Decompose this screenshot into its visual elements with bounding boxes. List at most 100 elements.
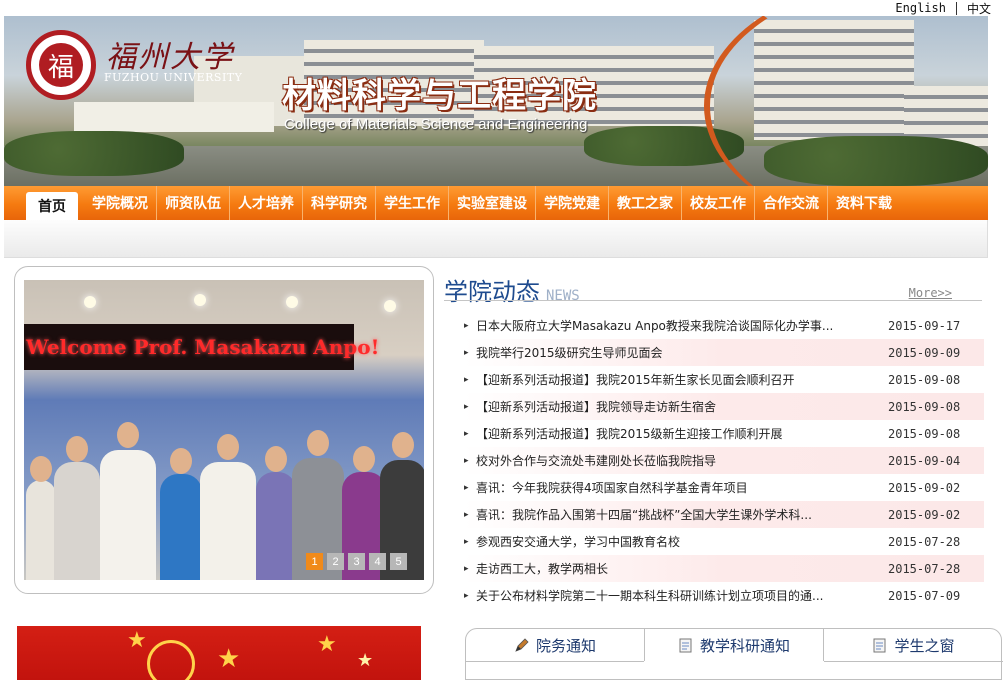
news-item-title[interactable]: 【迎新系列活动报道】我院领导走访新生宿舍: [476, 398, 888, 415]
tab-label: 教学科研通知: [699, 636, 790, 655]
bullet-icon: ▸: [464, 536, 469, 547]
person: [200, 434, 256, 580]
university-logo[interactable]: 福: [26, 30, 96, 100]
header-banner: 福 福州大学 FUZHOU UNIVERSITY 材料科学与工程学院 Colle…: [4, 16, 988, 186]
english-link[interactable]: English: [895, 1, 946, 15]
logo-character: 福: [39, 43, 83, 87]
college-name-en: College of Materials Science and Enginee…: [284, 116, 588, 133]
slide-caption: Welcome Prof. Masakazu Anpo!: [26, 335, 380, 359]
slide-dot-4[interactable]: 4: [369, 553, 386, 570]
news-section: 学院动态 NEWS More>> ▸ 日本大阪府立大学Masakazu Anpo教…: [444, 272, 984, 603]
nav-item-staff-home[interactable]: 教工之家: [609, 186, 682, 220]
news-item[interactable]: ▸ 【迎新系列活动报道】我院2015年新生家长见面会顺利召开 2015-09-08: [464, 366, 984, 393]
language-switcher: English 中文: [895, 0, 991, 16]
news-item-title[interactable]: 我院举行2015级研究生导师见面会: [476, 344, 888, 361]
document-icon: [872, 637, 888, 653]
tab-teaching-research-notices[interactable]: 教学科研通知: [644, 629, 824, 661]
star-icon: ★: [127, 628, 147, 653]
news-title: 学院动态: [444, 278, 540, 306]
person: [26, 456, 56, 580]
news-item-title[interactable]: 日本大阪府立大学Masakazu Anpo教授来我院洽谈国际化办学事...: [476, 317, 888, 334]
document-icon: [678, 637, 694, 653]
star-icon: ★: [357, 650, 374, 671]
news-item[interactable]: ▸ 【迎新系列活动报道】我院2015级新生迎接工作顺利开展 2015-09-08: [464, 420, 984, 447]
tab-admin-notices[interactable]: 院务通知: [466, 629, 644, 661]
divider: [466, 661, 644, 662]
nav-item-overview[interactable]: 学院概况: [84, 186, 157, 220]
slide-dot-1[interactable]: 1: [306, 553, 323, 570]
nav-item-cooperation[interactable]: 合作交流: [755, 186, 828, 220]
slide-dot-2[interactable]: 2: [327, 553, 344, 570]
campus-building: [74, 102, 274, 132]
news-item-title[interactable]: 【迎新系列活动报道】我院2015级新生迎接工作顺利开展: [476, 425, 888, 442]
star-icon: ★: [317, 632, 337, 657]
tab-student-window[interactable]: 学生之窗: [824, 629, 1003, 661]
divider: [824, 661, 1003, 662]
star-icon: ★: [217, 644, 241, 674]
news-item-title[interactable]: 校对外合作与交流处韦建刚处长莅临我院指导: [476, 452, 888, 469]
nav-item-alumni[interactable]: 校友工作: [682, 186, 755, 220]
news-item-title[interactable]: 走访西工大，教学两相长: [476, 560, 888, 577]
news-item[interactable]: ▸ 我院举行2015级研究生导师见面会 2015-09-09: [464, 339, 984, 366]
notice-tabs: 院务通知 教学科研通知 学生之窗: [465, 628, 1003, 680]
nav-item-research[interactable]: 科学研究: [303, 186, 376, 220]
nav-item-home[interactable]: 首页: [26, 192, 78, 220]
news-item-date: 2015-09-04: [888, 453, 961, 468]
chinese-link[interactable]: 中文: [967, 0, 991, 17]
news-item-date: 2015-09-08: [888, 372, 961, 387]
university-name-en: FUZHOU UNIVERSITY: [104, 71, 243, 84]
tab-label: 学生之窗: [894, 636, 955, 655]
person: [256, 446, 296, 580]
person: [100, 422, 156, 580]
bullet-icon: ▸: [464, 482, 469, 493]
news-item[interactable]: ▸ 参观西安交通大学，学习中国教育名校 2015-07-28: [464, 528, 984, 555]
emblem-icon: [147, 640, 195, 680]
slide-dot-3[interactable]: 3: [348, 553, 365, 570]
news-item-title[interactable]: 喜讯：今年我院获得4项国家自然科学基金青年项目: [476, 479, 888, 496]
news-item-title[interactable]: 关于公布材料学院第二十一期本科生科研训练计划立项项目的通...: [476, 587, 888, 604]
news-item[interactable]: ▸ 喜讯：今年我院获得4项国家自然科学基金青年项目 2015-09-02: [464, 474, 984, 501]
university-name-cn: 福州大学: [106, 40, 234, 75]
news-item[interactable]: ▸ 【迎新系列活动报道】我院领导走访新生宿舍 2015-09-08: [464, 393, 984, 420]
photo-slideshow: Welcome Prof. Masakazu Anpo! 1 2 3 4 5: [14, 266, 434, 594]
news-item[interactable]: ▸ 走访西工大，教学两相长 2015-07-28: [464, 555, 984, 582]
news-item[interactable]: ▸ 喜讯：我院作品入围第十四届“挑战杯”全国大学生课外学术科... 2015-09-…: [464, 501, 984, 528]
ceiling-light: [286, 296, 298, 308]
nav-item-education[interactable]: 人才培养: [230, 186, 303, 220]
news-item[interactable]: ▸ 日本大阪府立大学Masakazu Anpo教授来我院洽谈国际化办学事... 20…: [464, 312, 984, 339]
news-item-date: 2015-09-08: [888, 399, 961, 414]
tab-label: 院务通知: [535, 636, 596, 655]
sub-nav-bar: [4, 220, 988, 258]
slide-dot-5[interactable]: 5: [390, 553, 407, 570]
nav-item-party[interactable]: 学院党建: [536, 186, 609, 220]
person: [160, 448, 202, 580]
nav-item-faculty[interactable]: 师资队伍: [157, 186, 230, 220]
party-promo-banner[interactable]: ★ ★ ★ ★: [17, 626, 421, 680]
bullet-icon: ▸: [464, 428, 469, 439]
bullet-icon: ▸: [464, 320, 469, 331]
person: [54, 436, 100, 580]
led-welcome-sign: Welcome Prof. Masakazu Anpo!: [24, 324, 379, 370]
news-item-date: 2015-07-28: [888, 561, 961, 576]
news-item[interactable]: ▸ 关于公布材料学院第二十一期本科生科研训练计划立项项目的通... 2015-07-…: [464, 582, 984, 609]
nav-item-downloads[interactable]: 资料下载: [828, 186, 900, 220]
news-item-date: 2015-09-08: [888, 426, 961, 441]
news-item-title[interactable]: 参观西安交通大学，学习中国教育名校: [476, 533, 888, 550]
nav-item-student-affairs[interactable]: 学生工作: [376, 186, 449, 220]
slide-photo[interactable]: Welcome Prof. Masakazu Anpo!: [24, 280, 424, 580]
decorative-arc: [704, 16, 988, 186]
news-item[interactable]: ▸ 校对外合作与交流处韦建刚处长莅临我院指导 2015-09-04: [464, 447, 984, 474]
news-item-date: 2015-09-09: [888, 345, 961, 360]
news-list: ▸ 日本大阪府立大学Masakazu Anpo教授来我院洽谈国际化办学事... 20…: [464, 312, 984, 609]
ceiling-light: [84, 296, 96, 308]
nav-item-labs[interactable]: 实验室建设: [449, 186, 536, 220]
college-name-cn: 材料科学与工程学院: [282, 76, 597, 116]
news-more-link[interactable]: More>>: [909, 286, 952, 300]
news-item-title[interactable]: 【迎新系列活动报道】我院2015年新生家长见面会顺利召开: [476, 371, 888, 388]
bullet-icon: ▸: [464, 563, 469, 574]
divider: [444, 300, 982, 301]
news-title-en: NEWS: [546, 288, 580, 304]
trees: [4, 131, 184, 176]
news-item-date: 2015-09-17: [888, 318, 961, 333]
news-item-title[interactable]: 喜讯：我院作品入围第十四届“挑战杯”全国大学生课外学术科...: [476, 506, 888, 523]
